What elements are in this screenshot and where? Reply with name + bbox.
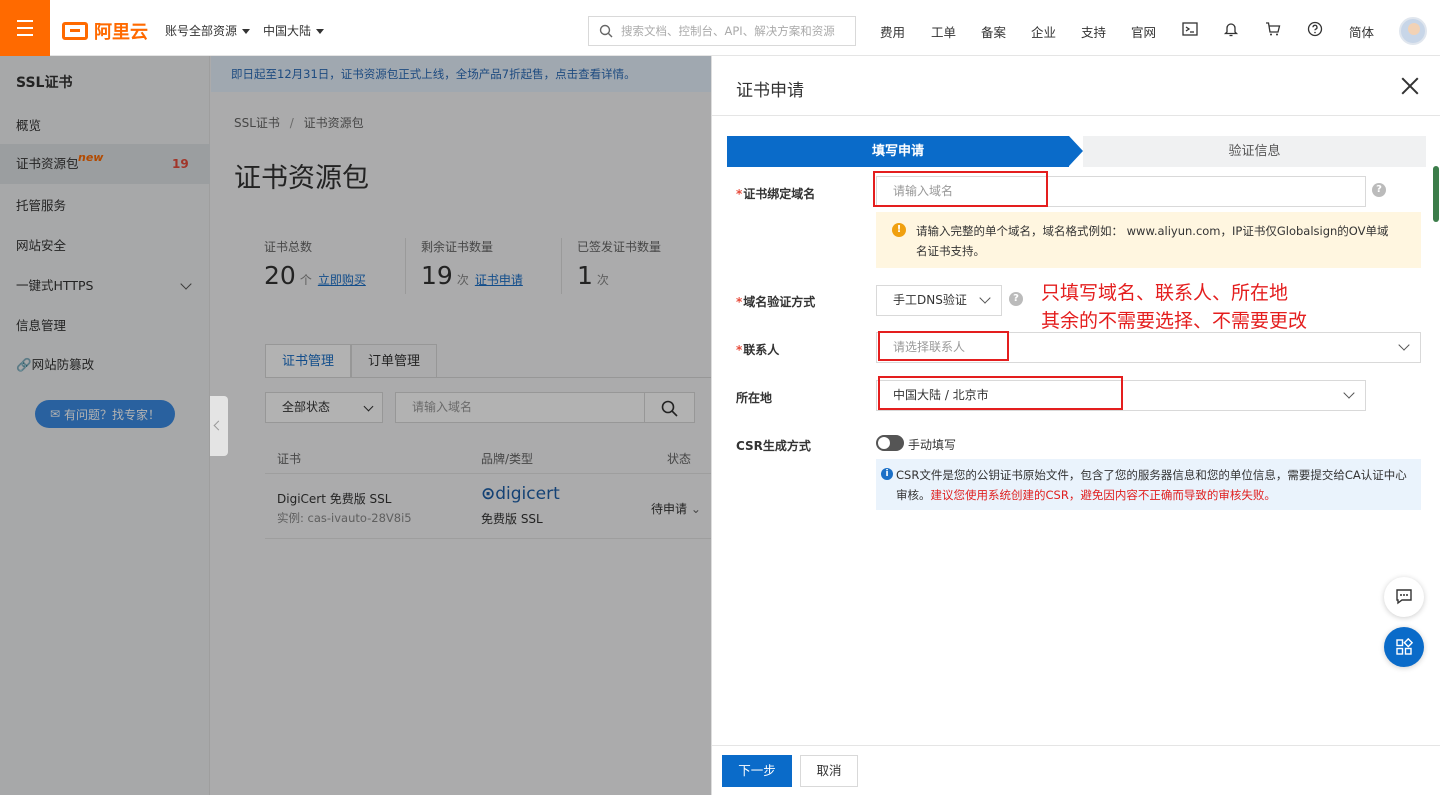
search-placeholder: 搜索文档、控制台、API、解决方案和资源 — [621, 24, 835, 38]
warning-icon: ! — [892, 223, 906, 237]
modal-overlay[interactable] — [0, 56, 711, 795]
apps-button[interactable] — [1384, 627, 1424, 667]
annotation-box-contact — [878, 331, 1009, 361]
cart-icon[interactable] — [1265, 21, 1281, 37]
field-label-text: 域名验证方式 — [743, 295, 816, 309]
contact-label: *联系人 — [736, 343, 780, 357]
menu-icon[interactable] — [0, 0, 50, 56]
sidebar-collapse-handle[interactable] — [210, 396, 228, 456]
step-indicator: 填写申请 验证信息 — [727, 136, 1426, 167]
question-icon[interactable]: ? — [1372, 183, 1386, 197]
bell-icon[interactable] — [1223, 21, 1239, 37]
domain-label: *证书绑定域名 — [736, 187, 816, 201]
scrollbar[interactable] — [1433, 166, 1439, 222]
verify-method-select[interactable]: 手工DNS验证 — [876, 285, 1002, 316]
annotation-box-location — [878, 376, 1123, 410]
location-label: 所在地 — [736, 389, 772, 406]
step-verify-info: 验证信息 — [1083, 136, 1426, 167]
step-fill-application: 填写申请 — [727, 136, 1083, 167]
annotation-text: 只填写域名、联系人、所在地 其余的不需要选择、不需要更改 — [1041, 279, 1307, 335]
csr-toggle[interactable] — [876, 435, 904, 451]
field-label-text: 证书绑定域名 — [743, 187, 816, 201]
language-select[interactable]: 简体 — [1349, 22, 1374, 41]
csr-info: i CSR文件是您的公钥证书原始文件，包含了您的服务器信息和您的单位信息，需要提… — [876, 459, 1421, 510]
csr-toggle-label: 手动填写 — [908, 438, 957, 452]
brand-name: 阿里云 — [94, 22, 148, 43]
field-label-text: CSR生成方式 — [736, 439, 811, 453]
next-button[interactable]: 下一步 — [722, 755, 792, 787]
panel-divider — [712, 115, 1440, 116]
cancel-button[interactable]: 取消 — [800, 755, 858, 787]
domain-tip-text: 请输入完整的单个域名，域名格式例如： www.aliyun.com，IP证书仅G… — [916, 224, 1389, 258]
search-input[interactable]: 搜索文档、控制台、API、解决方案和资源 — [588, 16, 856, 46]
domain-tip: ! 请输入完整的单个域名，域名格式例如： www.aliyun.com，IP证书… — [876, 212, 1421, 268]
annotation-box-domain — [873, 171, 1048, 207]
panel-footer-divider — [712, 745, 1440, 746]
top-bar: 阿里云 账号全部资源 中国大陆 搜索文档、控制台、API、解决方案和资源 费用 … — [0, 0, 1440, 56]
cert-apply-panel: 证书申请 填写申请 验证信息 *证书绑定域名 请输入域名 ? ! 请输入完整的单… — [711, 56, 1440, 795]
nav-support[interactable]: 支持 — [1081, 22, 1106, 41]
account-scope-select[interactable]: 账号全部资源 — [165, 22, 251, 39]
question-icon[interactable]: ? — [1009, 292, 1023, 306]
annotation-line: 其余的不需要选择、不需要更改 — [1041, 310, 1308, 332]
region-select[interactable]: 中国大陆 — [263, 22, 325, 39]
apps-grid-icon — [1396, 638, 1413, 655]
nav-enterprise[interactable]: 企业 — [1031, 22, 1056, 41]
panel-title: 证书申请 — [736, 81, 804, 101]
nav-icp[interactable]: 备案 — [981, 22, 1006, 41]
csr-label: CSR生成方式 — [736, 437, 811, 454]
close-icon[interactable] — [1400, 76, 1420, 96]
avatar[interactable] — [1399, 17, 1427, 45]
field-label-text: 联系人 — [743, 343, 780, 357]
feedback-button[interactable] — [1384, 577, 1424, 617]
terminal-icon[interactable] — [1182, 21, 1198, 37]
chevron-down-icon — [1343, 387, 1355, 399]
nav-website[interactable]: 官网 — [1131, 22, 1156, 41]
chat-icon — [1396, 589, 1412, 605]
field-label-text: 所在地 — [736, 391, 773, 405]
search-icon — [599, 24, 613, 38]
csr-warning-text: 建议您使用系统创建的CSR，避免因内容不正确而导致的审核失败。 — [930, 488, 1276, 502]
nav-tickets[interactable]: 工单 — [931, 22, 956, 41]
aliyun-logo[interactable]: 阿里云 — [62, 18, 148, 44]
info-icon: i — [881, 468, 893, 480]
chevron-down-icon — [979, 292, 991, 304]
verify-method-value: 手工DNS验证 — [893, 293, 967, 307]
chevron-down-icon — [1398, 339, 1410, 351]
help-icon[interactable] — [1307, 21, 1323, 37]
nav-fees[interactable]: 费用 — [880, 22, 905, 41]
verify-method-label: *域名验证方式 — [736, 295, 816, 309]
annotation-line: 只填写域名、联系人、所在地 — [1041, 282, 1289, 304]
